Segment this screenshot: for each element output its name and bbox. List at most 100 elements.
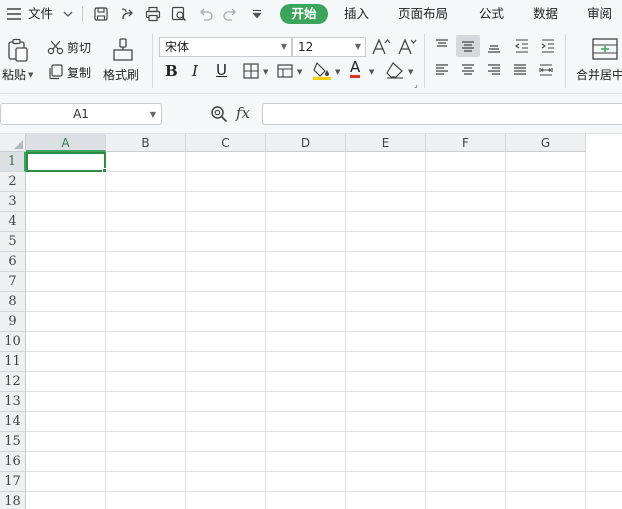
row-header-6[interactable]: 6 (0, 252, 26, 272)
row-header-3[interactable]: 3 (0, 192, 26, 212)
distributed-align-icon[interactable] (536, 61, 556, 79)
column-header-d[interactable]: D (266, 134, 346, 152)
insert-function-button[interactable]: fx (236, 104, 250, 122)
decrease-font-size-icon[interactable] (397, 36, 417, 58)
row-header-16[interactable]: 16 (0, 452, 26, 472)
row-header-8[interactable]: 8 (0, 292, 26, 312)
tab-data[interactable]: 数据 (533, 0, 558, 28)
row-header-7[interactable]: 7 (0, 272, 26, 292)
redo-icon[interactable] (220, 4, 240, 24)
italic-button[interactable]: I (192, 62, 198, 80)
row-header-1[interactable]: 1 (0, 152, 26, 172)
print-preview-icon[interactable] (169, 4, 189, 24)
row-header-5[interactable]: 5 (0, 232, 26, 252)
row-header-17[interactable]: 17 (0, 472, 26, 492)
chevron-down-icon[interactable] (58, 4, 78, 24)
spreadsheet-grid: ABCDEFG 1 2 3 4 5 6 7 8 9 10 11 12 13 14 15 16 17 18 (0, 134, 622, 509)
row-header-11[interactable]: 11 (0, 352, 26, 372)
merge-center-button[interactable]: 合并居中 (576, 66, 622, 83)
tab-page-layout[interactable]: 页面布局 (398, 0, 448, 28)
paste-icon[interactable] (4, 36, 32, 64)
font-dialog-launcher-icon[interactable]: ⌟ (414, 80, 418, 89)
menu-divider (82, 6, 83, 22)
ribbon-toolbar: 粘贴 ▼ 剪切 复制 格式刷 宋体 ▼ 12 ▼ B I U ▼ ▼ ▼ A ▼ ▼ … (0, 28, 622, 94)
name-box[interactable]: A1 ▼ (0, 103, 162, 125)
tab-insert[interactable]: 插入 (344, 0, 369, 28)
align-middle-icon[interactable] (458, 37, 478, 55)
row-header-15[interactable]: 15 (0, 432, 26, 452)
font-name-value: 宋体 (165, 40, 190, 54)
clear-format-dropdown-icon[interactable]: ▼ (408, 68, 413, 76)
decrease-indent-icon[interactable] (512, 37, 532, 55)
align-left-icon[interactable] (432, 61, 452, 79)
paste-dropdown-icon[interactable]: ▼ (28, 71, 33, 79)
find-function-icon[interactable] (208, 104, 230, 124)
row-header-14[interactable]: 14 (0, 412, 26, 432)
select-all-triangle-icon (14, 140, 23, 149)
borders-dropdown-icon[interactable]: ▼ (263, 68, 268, 76)
paste-button[interactable]: 粘贴 ▼ (2, 66, 33, 83)
row-header-4[interactable]: 4 (0, 212, 26, 232)
paste-label: 粘贴 (2, 68, 27, 82)
cell-style-icon[interactable] (275, 62, 295, 80)
undo-icon[interactable] (196, 4, 216, 24)
fill-color-dropdown-icon[interactable]: ▼ (335, 68, 340, 76)
formula-input[interactable] (262, 103, 622, 125)
row-header-13[interactable]: 13 (0, 392, 26, 412)
increase-font-size-icon[interactable] (371, 36, 391, 58)
cut-button[interactable]: 剪切 (67, 39, 91, 56)
copy-button[interactable]: 复制 (67, 64, 91, 81)
bold-button[interactable]: B (165, 62, 178, 80)
print-icon[interactable] (143, 4, 163, 24)
column-header-g[interactable]: G (506, 134, 586, 152)
row-header-18[interactable]: 18 (0, 492, 26, 509)
row-header-9[interactable]: 9 (0, 312, 26, 332)
select-all-corner[interactable] (0, 134, 26, 152)
font-color-dropdown-icon[interactable]: ▼ (369, 68, 374, 76)
fill-color-icon[interactable] (311, 60, 333, 80)
align-center-icon[interactable] (458, 61, 478, 79)
font-size-dropdown-icon[interactable]: ▼ (355, 38, 361, 56)
cell-style-dropdown-icon[interactable]: ▼ (297, 68, 302, 76)
tab-home[interactable]: 开始 (280, 4, 328, 24)
tab-formulas[interactable]: 公式 (479, 0, 504, 28)
align-bottom-icon[interactable] (484, 37, 504, 55)
justify-icon[interactable] (510, 61, 530, 79)
ribbon-divider (152, 34, 153, 88)
merge-center-icon[interactable] (591, 36, 619, 62)
increase-indent-icon[interactable] (538, 37, 558, 55)
file-menu[interactable]: 文件 (28, 0, 53, 28)
font-color-button[interactable]: A (350, 59, 361, 78)
align-right-icon[interactable] (484, 61, 504, 79)
name-box-value: A1 (73, 107, 89, 121)
format-painter-button[interactable]: 格式刷 (103, 66, 139, 83)
borders-icon[interactable] (241, 62, 261, 80)
menu-bar: 文件 开始 插入 页面布局 公式 数据 审阅 (0, 0, 622, 28)
row-header-2[interactable]: 2 (0, 172, 26, 192)
export-icon[interactable] (117, 4, 137, 24)
column-header-b[interactable]: B (106, 134, 186, 152)
row-header-10[interactable]: 10 (0, 332, 26, 352)
format-painter-icon[interactable] (110, 36, 136, 64)
quick-access-dropdown-icon[interactable] (247, 4, 267, 24)
name-box-dropdown-icon[interactable]: ▼ (150, 105, 156, 125)
column-header-c[interactable]: C (186, 134, 266, 152)
column-header-e[interactable]: E (346, 134, 426, 152)
font-size-value: 12 (298, 40, 314, 54)
hamburger-menu-icon[interactable] (4, 4, 24, 24)
active-cell-a1[interactable] (26, 152, 106, 172)
clear-format-icon[interactable] (384, 61, 406, 79)
font-name-dropdown-icon[interactable]: ▼ (281, 38, 287, 56)
fill-handle[interactable] (102, 168, 107, 173)
column-header-f[interactable]: F (426, 134, 506, 152)
scissors-icon (46, 38, 64, 56)
align-top-icon[interactable] (432, 37, 452, 55)
underline-button[interactable]: U (216, 61, 227, 79)
save-icon[interactable] (91, 4, 111, 24)
font-size-select[interactable]: 12 ▼ (292, 37, 366, 57)
cell-area[interactable] (26, 152, 622, 509)
font-name-select[interactable]: 宋体 ▼ (159, 37, 292, 57)
tab-review[interactable]: 审阅 (587, 0, 612, 28)
column-header-a[interactable]: A (26, 134, 106, 152)
row-header-12[interactable]: 12 (0, 372, 26, 392)
